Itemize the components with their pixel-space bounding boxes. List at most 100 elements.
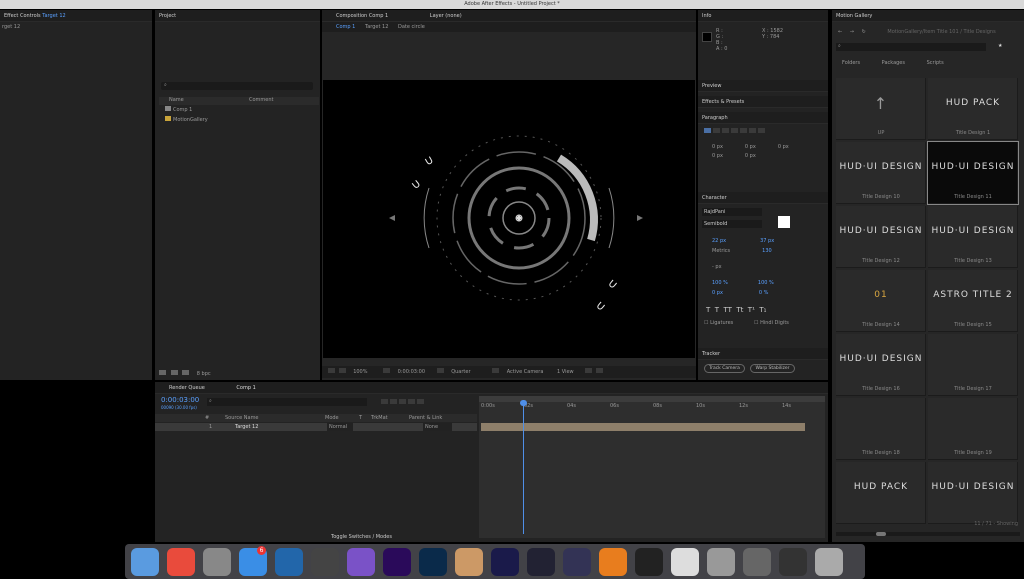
- justify-right-icon[interactable]: [749, 128, 756, 133]
- obs-icon[interactable]: [635, 548, 663, 576]
- align-right-icon[interactable]: [722, 128, 729, 133]
- fast-preview-icon[interactable]: [585, 368, 593, 373]
- premiere-icon[interactable]: [383, 548, 411, 576]
- justify-center-icon[interactable]: [740, 128, 747, 133]
- launchpad-icon[interactable]: [203, 548, 231, 576]
- final-cut-icon[interactable]: [311, 548, 339, 576]
- favorite-star-icon[interactable]: ★: [998, 43, 1002, 49]
- new-comp-icon[interactable]: [170, 370, 178, 375]
- gallery-item[interactable]: Title Design 18: [836, 398, 926, 460]
- composition-tab[interactable]: Composition Comp 1: [336, 13, 388, 19]
- font-family-select[interactable]: RajdPani: [702, 208, 762, 216]
- draft-3d-icon[interactable]: [417, 399, 424, 404]
- preview-icon[interactable]: [671, 548, 699, 576]
- indent-left[interactable]: 0 px: [712, 144, 723, 150]
- table-row[interactable]: 1 Target 12 Normal None: [155, 423, 477, 431]
- photos-icon[interactable]: [455, 548, 483, 576]
- fill-color-swatch[interactable]: [778, 216, 790, 228]
- tab-packages[interactable]: Packages: [882, 60, 905, 66]
- zoom-select[interactable]: 100%: [353, 369, 367, 375]
- photoshop-icon[interactable]: [419, 548, 447, 576]
- leading[interactable]: 37 px: [760, 238, 774, 244]
- align-left-icon[interactable]: [704, 128, 711, 133]
- tracking[interactable]: 130: [762, 248, 772, 254]
- gallery-item[interactable]: HUD·UI DESIGN Title Design 11: [927, 141, 1019, 205]
- view-select[interactable]: 1 View: [557, 369, 574, 375]
- gallery-item[interactable]: Title Design 19: [928, 398, 1018, 460]
- align-center-icon[interactable]: [713, 128, 720, 133]
- indent-right[interactable]: 0 px: [778, 144, 789, 150]
- frame-blend-icon[interactable]: [390, 399, 397, 404]
- text-style-buttons[interactable]: T T TT Tt T¹ T₁: [706, 306, 766, 314]
- space-before[interactable]: 0 px: [712, 153, 723, 159]
- project-search-input[interactable]: ⌕: [161, 82, 313, 90]
- layer-parent[interactable]: None: [423, 423, 453, 431]
- gallery-item[interactable]: HUD·UI DESIGN Title Design 12: [836, 206, 926, 268]
- motion-gallery-tab[interactable]: Motion Gallery: [832, 10, 1024, 22]
- col-name[interactable]: Name: [169, 97, 184, 103]
- snapshot-icon[interactable]: [328, 368, 335, 373]
- hindi-digits-checkbox[interactable]: ☐ Hindi Digits: [754, 320, 789, 326]
- timecode-display[interactable]: 0:00:03:00: [398, 369, 425, 375]
- tab-scripts[interactable]: Scripts: [927, 60, 944, 66]
- gallery-item[interactable]: HUD·UI DESIGN: [928, 462, 1018, 524]
- character-tab[interactable]: Character: [698, 192, 828, 204]
- gallery-item[interactable]: HUD PACK: [836, 462, 926, 524]
- effects-presets-tab[interactable]: Effects & Presets: [698, 96, 828, 108]
- new-folder-icon[interactable]: [159, 370, 166, 375]
- trash-icon[interactable]: [182, 370, 190, 375]
- kerning[interactable]: Metrics: [712, 248, 730, 254]
- toggle-switches-modes[interactable]: Toggle Switches / Modes: [331, 534, 392, 540]
- scrollbar-thumb[interactable]: [876, 532, 886, 536]
- indent-first[interactable]: 0 px: [745, 144, 756, 150]
- timeline-timecode[interactable]: 0:00:03:00: [161, 396, 199, 404]
- mail-icon[interactable]: [707, 548, 735, 576]
- shy-icon[interactable]: [381, 399, 388, 404]
- render-queue-tab[interactable]: Render Queue: [169, 385, 205, 391]
- layer-tab[interactable]: Layer (none): [430, 13, 462, 19]
- region-icon[interactable]: [383, 368, 391, 373]
- motion-blur-icon[interactable]: [399, 399, 406, 404]
- forward-arrow-icon[interactable]: →: [850, 29, 854, 35]
- playhead-handle[interactable]: [520, 400, 527, 406]
- camera-select[interactable]: Active Camera: [507, 369, 544, 375]
- flowchart-icon[interactable]: [595, 368, 603, 373]
- gallery-search-input[interactable]: ⌕: [836, 43, 986, 51]
- tab-folders[interactable]: Folders: [842, 60, 860, 66]
- warp-stabilizer-button[interactable]: Warp Stabilizer: [750, 364, 795, 373]
- justify-left-icon[interactable]: [731, 128, 738, 133]
- project-tab[interactable]: Project: [155, 10, 320, 22]
- paragraph-tab[interactable]: Paragraph: [698, 112, 828, 124]
- bit-depth[interactable]: 8 bpc: [197, 371, 211, 377]
- gallery-item[interactable]: HUD PACK Title Design 1: [928, 78, 1018, 140]
- gallery-item[interactable]: ASTRO TITLE 2 Title Design 15: [928, 270, 1018, 332]
- font-size[interactable]: 22 px: [712, 238, 726, 244]
- space-after[interactable]: 0 px: [745, 153, 756, 159]
- gallery-item[interactable]: HUD·UI DESIGN Title Design 16: [836, 334, 926, 396]
- graph-editor-icon[interactable]: [408, 399, 415, 404]
- layer-bar[interactable]: [481, 423, 805, 431]
- justify-all-icon[interactable]: [758, 128, 765, 133]
- gallery-scrollbar[interactable]: [836, 532, 1020, 536]
- layer-mode[interactable]: Normal: [327, 423, 354, 431]
- comp-timeline-tab[interactable]: Comp 1: [236, 385, 255, 391]
- finder-icon[interactable]: [131, 548, 159, 576]
- font-style-select[interactable]: Semibold: [702, 220, 762, 228]
- refresh-icon[interactable]: ↻: [862, 29, 866, 35]
- baseline-shift[interactable]: 0 px: [712, 290, 723, 296]
- stroke-width[interactable]: - px: [712, 264, 722, 270]
- chrome-icon[interactable]: [167, 548, 195, 576]
- timeline-search-input[interactable]: ⌕: [207, 398, 367, 406]
- back-arrow-icon[interactable]: ←: [838, 29, 842, 35]
- layer-name[interactable]: Target 12: [235, 423, 258, 431]
- motion-icon[interactable]: [347, 548, 375, 576]
- horizontal-scale[interactable]: 100 %: [758, 280, 774, 286]
- vertical-scale[interactable]: 100 %: [712, 280, 728, 286]
- terminal-icon[interactable]: [779, 548, 807, 576]
- col-comment[interactable]: Comment: [249, 97, 274, 103]
- resolution-select[interactable]: Quarter: [451, 369, 470, 375]
- track-camera-button[interactable]: Track Camera: [704, 364, 745, 373]
- grid-icon[interactable]: [338, 368, 346, 373]
- breadcrumb-date[interactable]: Date circle: [398, 24, 425, 30]
- gallery-item[interactable]: HUD·UI DESIGN Title Design 13: [928, 206, 1018, 268]
